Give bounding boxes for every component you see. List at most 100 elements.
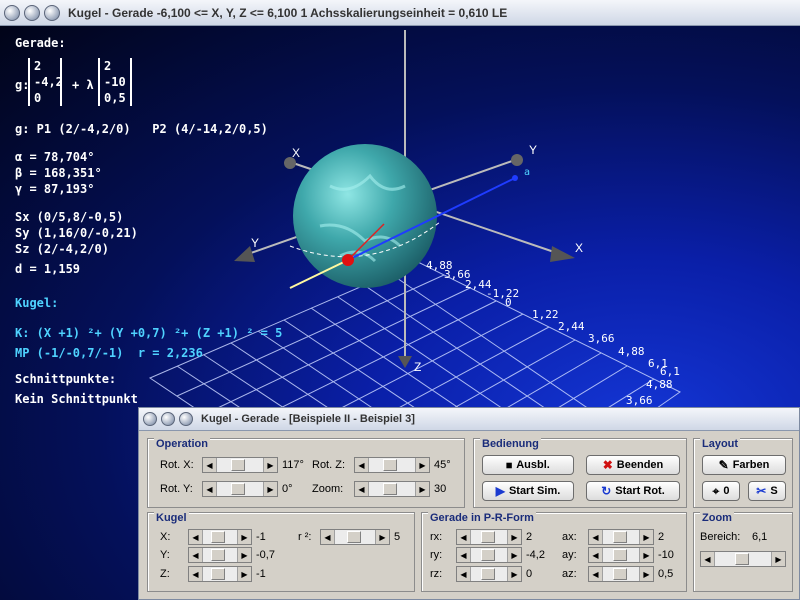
- play-icon: ▶: [495, 484, 505, 498]
- main-title-bar: Kugel - Gerade -6,100 <= X, Y, Z <= 6,10…: [0, 0, 800, 26]
- right-arrow-icon[interactable]: ▶: [639, 530, 653, 544]
- ctrl-menu-button[interactable]: [143, 412, 157, 426]
- save-settings-button[interactable]: ✂ S: [748, 481, 786, 501]
- slider-thumb[interactable]: [735, 553, 749, 565]
- line-label: a: [524, 167, 531, 178]
- right-arrow-icon[interactable]: ▶: [507, 548, 521, 562]
- left-arrow-icon[interactable]: ◀: [355, 458, 369, 472]
- start-sim-button[interactable]: ▶ Start Sim.: [482, 481, 574, 501]
- kugel-r-slider[interactable]: ◀ ▶: [320, 529, 390, 545]
- right-arrow-icon[interactable]: ▶: [263, 482, 277, 496]
- left-arrow-icon[interactable]: ◀: [189, 548, 203, 562]
- left-arrow-icon[interactable]: ◀: [189, 567, 203, 581]
- left-arrow-icon[interactable]: ◀: [203, 482, 217, 496]
- right-arrow-icon[interactable]: ▶: [375, 530, 389, 544]
- left-arrow-icon[interactable]: ◀: [321, 530, 335, 544]
- kugel-y-value: -0,7: [256, 549, 275, 561]
- zoom-slider[interactable]: ◀ ▶: [354, 481, 430, 497]
- left-arrow-icon[interactable]: ◀: [589, 567, 603, 581]
- kugel-x-label: X:: [160, 531, 171, 543]
- start-rot-button[interactable]: ↻ Start Rot.: [586, 481, 680, 501]
- axis-label-x-back: X: [292, 146, 301, 160]
- ry-slider[interactable]: ◀ ▶: [456, 547, 522, 563]
- slider-thumb[interactable]: [481, 568, 495, 580]
- axis-label-x-front: X: [575, 241, 584, 255]
- kugel-z-slider[interactable]: ◀ ▶: [188, 566, 252, 582]
- slider-thumb[interactable]: [231, 459, 245, 471]
- right-arrow-icon[interactable]: ▶: [507, 530, 521, 544]
- rz-slider[interactable]: ◀ ▶: [456, 566, 522, 582]
- left-arrow-icon[interactable]: ◀: [457, 530, 471, 544]
- slider-thumb[interactable]: [211, 549, 225, 561]
- farben-button[interactable]: ✎ Farben: [702, 455, 786, 475]
- ax-slider[interactable]: ◀ ▶: [588, 529, 654, 545]
- minimize-button[interactable]: [24, 4, 40, 21]
- kugel-y-slider[interactable]: ◀ ▶: [188, 547, 252, 563]
- right-arrow-icon[interactable]: ▶: [639, 548, 653, 562]
- right-arrow-icon[interactable]: ▶: [263, 458, 277, 472]
- bereich-label: Bereich:: [700, 531, 741, 543]
- ctrl-minimize-button[interactable]: [161, 412, 175, 426]
- ay-slider[interactable]: ◀ ▶: [588, 547, 654, 563]
- grid-tick: 6,1: [660, 365, 680, 378]
- beta-angle: β = 168,351°: [15, 166, 102, 180]
- slider-thumb[interactable]: [231, 483, 245, 495]
- bedienung-group: Bedienung ⏹ Ausbl. ✖ Beenden ▶ Start Sim…: [473, 438, 687, 508]
- left-arrow-icon[interactable]: ◀: [355, 482, 369, 496]
- left-arrow-icon[interactable]: ◀: [589, 530, 603, 544]
- slider-thumb[interactable]: [613, 568, 627, 580]
- ausbl-button[interactable]: ⏹ Ausbl.: [482, 455, 574, 475]
- distance-text: d = 1,159: [15, 262, 81, 276]
- control-window: Kugel - Gerade - [Beispiele II - Beispie…: [138, 407, 800, 600]
- slider-thumb[interactable]: [481, 531, 495, 543]
- right-arrow-icon[interactable]: ▶: [415, 482, 429, 496]
- ry-value: -4,2: [526, 549, 545, 561]
- left-arrow-icon[interactable]: ◀: [701, 552, 715, 566]
- paint-icon: ✎: [718, 458, 729, 472]
- right-arrow-icon[interactable]: ▶: [237, 530, 251, 544]
- rx-slider[interactable]: ◀ ▶: [456, 529, 522, 545]
- ax-label: ax:: [562, 531, 577, 543]
- reset-position-button[interactable]: ⌖ 0: [702, 481, 740, 501]
- slider-thumb[interactable]: [613, 549, 627, 561]
- kugel-z-label: Z:: [160, 568, 170, 580]
- slider-thumb[interactable]: [211, 568, 225, 580]
- right-arrow-icon[interactable]: ▶: [237, 567, 251, 581]
- grid-tick: -1,22: [486, 287, 520, 300]
- operation-group: Operation Rot. X: ◀ ▶ 117° Rot. Z: ◀ ▶ 4…: [147, 438, 465, 508]
- beenden-button[interactable]: ✖ Beenden: [586, 455, 680, 475]
- right-arrow-icon[interactable]: ▶: [415, 458, 429, 472]
- rot-y-slider[interactable]: ◀ ▶: [202, 481, 278, 497]
- ctrl-maximize-button[interactable]: [179, 412, 193, 426]
- rot-y-label: Rot. Y:: [160, 483, 193, 495]
- grid-tick: 4,88: [618, 345, 645, 358]
- right-arrow-icon[interactable]: ▶: [237, 548, 251, 562]
- slider-thumb[interactable]: [613, 531, 627, 543]
- grid-tick: 4,88: [646, 378, 673, 391]
- right-arrow-icon[interactable]: ▶: [639, 567, 653, 581]
- left-arrow-icon[interactable]: ◀: [457, 548, 471, 562]
- maximize-button[interactable]: [44, 4, 60, 21]
- slider-thumb[interactable]: [383, 459, 397, 471]
- kugel-x-slider[interactable]: ◀ ▶: [188, 529, 252, 545]
- slider-thumb[interactable]: [211, 531, 225, 543]
- right-arrow-icon[interactable]: ▶: [771, 552, 785, 566]
- right-arrow-icon[interactable]: ▶: [507, 567, 521, 581]
- kugel-group-heading: Kugel: [154, 512, 189, 524]
- left-arrow-icon[interactable]: ◀: [457, 567, 471, 581]
- slider-thumb[interactable]: [347, 531, 361, 543]
- rx-label: rx:: [430, 531, 443, 543]
- window-menu-button[interactable]: [4, 4, 20, 21]
- az-slider[interactable]: ◀ ▶: [588, 566, 654, 582]
- alpha-angle: α = 78,704°: [15, 150, 95, 164]
- left-arrow-icon[interactable]: ◀: [203, 458, 217, 472]
- rot-z-slider[interactable]: ◀ ▶: [354, 457, 430, 473]
- slider-thumb[interactable]: [383, 483, 397, 495]
- rot-x-slider[interactable]: ◀ ▶: [202, 457, 278, 473]
- slider-thumb[interactable]: [481, 549, 495, 561]
- bereich-slider[interactable]: ◀ ▶: [700, 551, 786, 567]
- left-arrow-icon[interactable]: ◀: [589, 548, 603, 562]
- control-title-bar: Kugel - Gerade - [Beispiele II - Beispie…: [139, 408, 799, 431]
- left-arrow-icon[interactable]: ◀: [189, 530, 203, 544]
- zoom-group: Zoom Bereich: 6,1 ◀ ▶: [693, 512, 793, 592]
